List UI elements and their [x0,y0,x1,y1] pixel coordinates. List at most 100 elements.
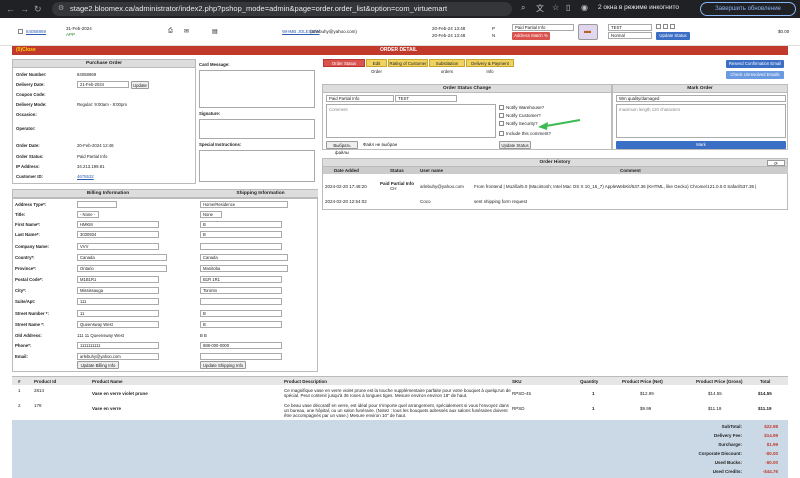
billing-title: Billing Information [13,190,203,198]
product-quantity: 1 [592,391,595,396]
delivery-truck-icon[interactable]: ▬ [578,24,598,40]
signature-textarea[interactable] [199,119,315,139]
billing-email-input[interactable]: arlebuhy@yahoo.com [77,353,159,360]
customer-id-link[interactable]: 4675532 [77,174,94,179]
forward-icon[interactable]: → [20,4,29,14]
billing-address-type-label: Address Type*: [15,202,47,207]
order-status-change-title: Order Status Change [323,85,611,93]
billing-first-name-input[interactable]: HMKM [77,221,159,228]
tab-edit-order[interactable]: Edit Order [366,59,387,74]
address-bar[interactable]: ⚙ stage2.bloomex.ca/administrator/index2… [52,2,512,16]
billing-city-input[interactable]: Mississauga [77,287,159,294]
billing-street-number-input[interactable]: 11 [77,310,159,317]
row-flag-checkboxes[interactable] [656,24,677,30]
print-icon[interactable]: ⎙ [168,28,173,35]
row-update-status-button[interactable]: Update Status [656,32,690,40]
bookmark-icon[interactable]: ☆ [552,3,559,12]
shipping-old-address-value: B B [200,333,207,338]
row-status-select[interactable]: Paid Partial Info [512,24,574,31]
billing-address-type-select[interactable] [77,201,117,208]
shipping-city-input[interactable]: Toronto [200,287,282,294]
billing-postal-label: Postal Code*: [15,277,43,282]
update-delivery-date-button[interactable]: Update [131,81,149,89]
shipping-first-name-input[interactable]: B [200,221,282,228]
billing-country-select[interactable]: Canada [77,254,167,261]
update-billing-button[interactable]: Update Billing Info [77,361,119,369]
history-status: Paid Partial Info [380,181,415,186]
choose-file-button[interactable]: Выбрать файлы [326,141,358,155]
shipping-suite-input[interactable] [200,298,282,305]
row-priority-select[interactable]: Normal [608,32,652,39]
back-icon[interactable]: ← [6,4,15,14]
shipping-address-type-select[interactable]: Home/Residence [200,201,288,208]
billing-street-name-input[interactable]: Queensway West [77,321,159,328]
search-icon[interactable]: ⌕ [521,3,525,13]
reload-icon[interactable]: ↻ [34,4,42,15]
billing-title-value-select[interactable]: - None - [77,211,99,218]
products-col-2: Product Name [92,379,123,384]
check-unresolved-button[interactable]: Check Unresolved Emails [726,71,784,79]
billing-old-address-value: 111 11 Queensway West [77,333,124,338]
tab-delivery-payment-info[interactable]: Delivery & Payment Info [466,59,514,74]
shipping-last-name-input[interactable]: B [200,231,282,238]
customer-id-label: Customer ID: [16,174,43,179]
billing-last-name-input[interactable]: 3030934 [77,231,159,238]
notify-security-option[interactable]: Notify Security? [499,121,538,127]
mark-button[interactable]: Mark [616,141,786,149]
site-info-icon[interactable]: ⚙ [58,2,64,16]
finish-update-button[interactable]: Завершить обновление [700,2,796,16]
occasion-label: Occasion: [16,112,37,117]
product-name: Vase en verre [92,406,122,411]
totals-value: $22.98 [764,424,778,429]
shipping-street-number-input[interactable]: B [200,310,282,317]
row-price: $0.00 [778,29,790,34]
notify-customer-option[interactable]: Notify Customer? [499,113,541,119]
shipping-postal-input[interactable]: B1R 1R1 [200,276,282,283]
products-col-1: Product Id [34,379,57,384]
special-instructions-textarea[interactable] [199,150,315,182]
billing-suite-label: Suite/Apt: [15,299,36,304]
mail-icon[interactable]: ✉ [184,28,189,35]
no-file-label: Файл не выбран [363,142,398,147]
billing-company-input[interactable]: VVV [77,243,159,250]
tab-substitution-orders[interactable]: Substitution orders [429,59,465,74]
shipping-company-input[interactable] [200,243,282,250]
shipping-title-value-select[interactable]: None [200,211,222,218]
card-message-textarea[interactable] [199,70,315,108]
status-comment-textarea[interactable]: Comment [326,104,496,138]
status-test-select[interactable]: TEST [395,95,457,102]
shipping-phone-input[interactable]: 888-000-0000 [200,342,282,349]
refresh-history-icon[interactable]: ⟳ [767,160,785,166]
sidebar-icon[interactable]: ▯ [566,3,570,12]
close-link[interactable]: (0)Close [16,46,36,55]
billing-suite-input[interactable]: 111 [77,298,159,305]
billing-province-select[interactable]: Ontario [77,265,167,272]
shipping-street-name-input[interactable]: B [200,321,282,328]
status-change-update-button[interactable]: Update Status [499,141,531,149]
translate-icon[interactable]: 文 [536,3,544,14]
include-comment-option[interactable]: Include this comment? [499,131,551,137]
totals-value: $14.99 [764,433,778,438]
tab-rating-of-customer[interactable]: Rating of Customer [388,59,428,67]
address-match-button[interactable]: Address Match % [512,32,550,40]
tab-order-status-change[interactable]: Order Status Change [323,59,365,74]
status-change-select[interactable]: Paid Partial Info [326,95,394,102]
row-test-select[interactable]: TEST [608,24,652,31]
totals-label: Corporate Discount: [698,451,742,456]
billing-postal-input[interactable]: M1B1R1 [77,276,159,283]
shipping-email-input[interactable] [200,353,282,360]
mark-order-textarea[interactable]: maximum length 120 characters [616,104,786,138]
billing-phone-input[interactable]: 1111111111 [77,342,159,349]
notify-warehouse-option[interactable]: Notify Warehouse? [499,105,544,111]
document-icon[interactable]: ▤ [212,28,218,35]
shipping-province-select[interactable]: Manitoba [200,265,288,272]
history-col-date-added[interactable]: Date Added [334,168,359,173]
update-shipping-button[interactable]: Update Shipping Info [200,361,246,369]
mark-order-select[interactable]: Wm quality/damaged [616,95,786,102]
row-checkbox[interactable] [18,29,23,34]
resend-confirmation-button[interactable]: Resend Confirmation Email [726,60,784,68]
history-date: 2024-02-20 17:48:20 [325,184,367,189]
order-number-link[interactable]: 84058869 [26,29,46,34]
shipping-country-select[interactable]: Canada [200,254,288,261]
delivery-date-input[interactable]: 21-Feb-2024 [77,81,129,88]
